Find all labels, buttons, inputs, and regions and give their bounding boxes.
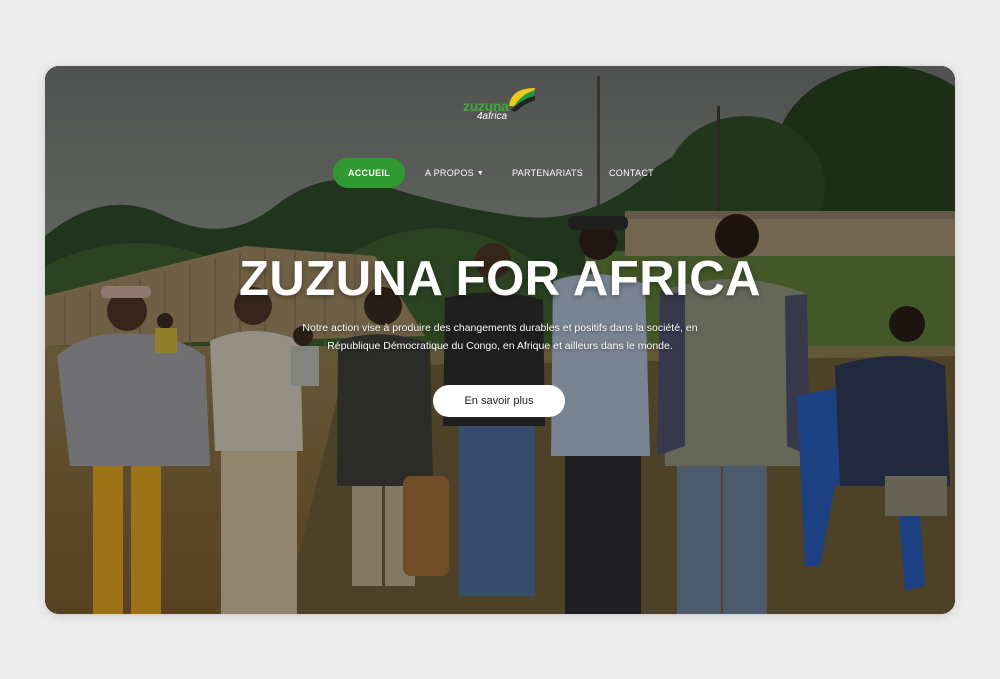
main-navigation: ACCUEIL A PROPOS ▼ PARTENARIATS CONTACT	[45, 158, 955, 188]
nav-item-contact[interactable]: CONTACT	[609, 158, 654, 188]
nav-item-accueil[interactable]: ACCUEIL	[333, 158, 405, 188]
hero-subtitle: Notre action vise à produire des changem…	[302, 322, 698, 352]
logo-subtitle: 4africa	[477, 111, 508, 122]
hero-title: ZUZUNA FOR AFRICA	[238, 252, 762, 306]
site-logo[interactable]: zuzuna 4africa	[463, 84, 539, 124]
hero-section: zuzuna 4africa ACCUEIL A PROPOS ▼ PARTENA…	[45, 66, 955, 614]
nav-item-a-propos[interactable]: A PROPOS ▼	[425, 158, 484, 188]
nav-item-a-propos-label: A PROPOS	[425, 168, 474, 178]
nav-item-partenariats[interactable]: PARTENARIATS	[512, 158, 583, 188]
learn-more-button[interactable]: En savoir plus	[433, 385, 565, 417]
leaf-icon	[509, 88, 535, 112]
caret-down-icon: ▼	[476, 170, 485, 177]
